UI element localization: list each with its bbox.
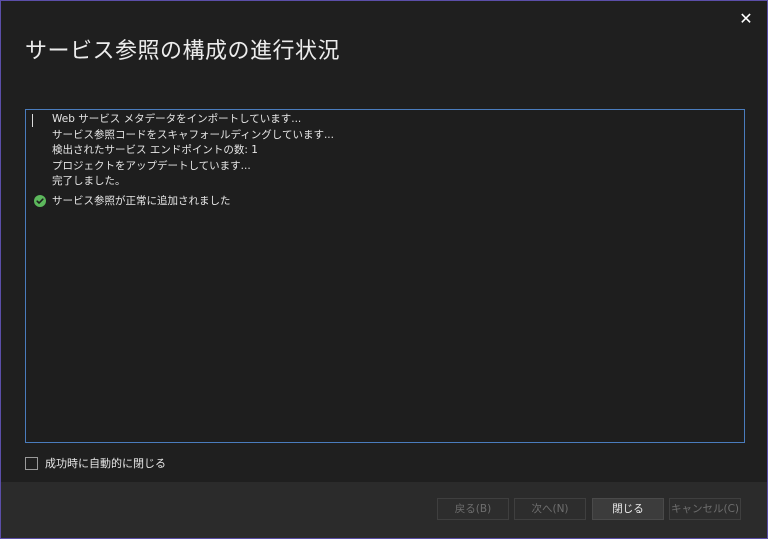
log-line-success: サービス参照が正常に追加されました xyxy=(26,193,334,209)
log-line-endpoints: 検出されたサービス エンドポイントの数: 1 xyxy=(52,144,258,156)
auto-close-option[interactable]: 成功時に自動的に閉じる xyxy=(25,455,166,471)
auto-close-checkbox[interactable] xyxy=(25,456,38,470)
check-circle-icon xyxy=(34,194,46,207)
log-line-import: Web サービス メタデータをインポートしています... xyxy=(52,113,302,125)
log-line-update: プロジェクトをアップデートしています... xyxy=(52,159,251,172)
progress-dialog: サービス参照の構成の進行状況 ✕ Web サービス メタデータをインポートしてい… xyxy=(0,0,768,539)
log-list: Web サービス メタデータをインポートしています... サービス参照コードをス… xyxy=(26,112,334,209)
dialog-title: サービス参照の構成の進行状況 xyxy=(25,39,341,64)
success-message: サービス参照が正常に追加されました xyxy=(52,194,231,207)
auto-close-label: 成功時に自動的に閉じる xyxy=(45,457,166,470)
close-icon[interactable]: ✕ xyxy=(737,10,755,28)
progress-log[interactable]: Web サービス メタデータをインポートしています... サービス参照コードをス… xyxy=(25,109,745,443)
next-button[interactable]: 次へ(N) xyxy=(514,498,586,520)
log-line-done: 完了しました。 xyxy=(52,175,126,187)
close-button[interactable]: 閉じる xyxy=(592,498,664,520)
cancel-button[interactable]: キャンセル(C) xyxy=(669,498,741,520)
log-line-scaffold: サービス参照コードをスキャフォールディングしています... xyxy=(52,128,334,141)
back-button[interactable]: 戻る(B) xyxy=(437,498,509,520)
